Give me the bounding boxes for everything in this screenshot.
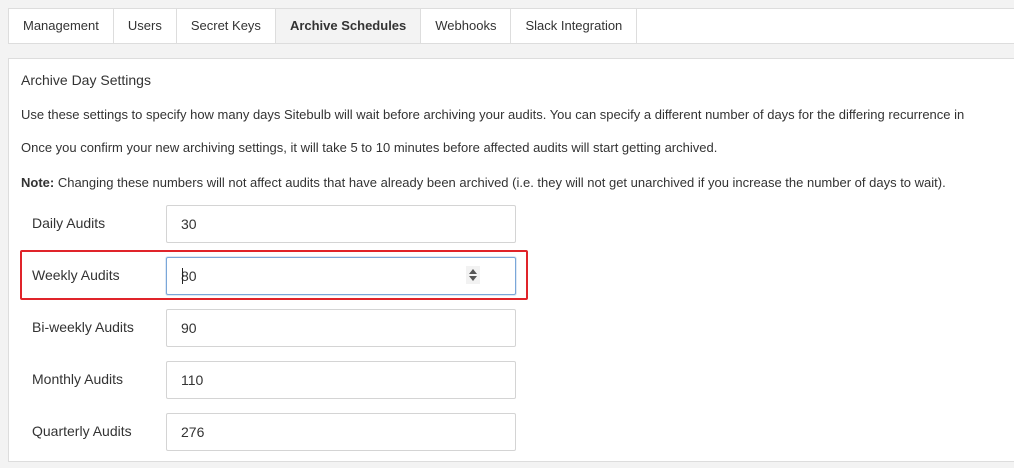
tab-webhooks[interactable]: Webhooks [421,9,512,43]
quarterly-audits-row: Quarterly Audits [21,413,521,451]
daily-audits-label: Daily Audits [32,215,106,231]
monthly-audits-row: Monthly Audits [21,361,521,399]
tab-secret-keys[interactable]: Secret Keys [176,9,276,43]
tab-archive-schedules[interactable]: Archive Schedules [275,9,422,43]
section-heading: Archive Day Settings [21,72,151,88]
biweekly-audits-input[interactable] [166,309,516,347]
number-spinner[interactable] [466,266,480,284]
tab-users[interactable]: Users [113,9,177,43]
quarterly-audits-label: Quarterly Audits [32,423,132,439]
weekly-audits-input[interactable] [166,257,516,295]
text-caret [182,268,183,284]
settings-tab-bar: Management Users Secret Keys Archive Sch… [8,8,1014,44]
info-paragraph: Once you confirm your new archiving sett… [21,140,718,155]
note-label: Note: [21,175,55,190]
quarterly-audits-input[interactable] [166,413,516,451]
weekly-audits-label: Weekly Audits [32,267,120,283]
archive-settings-panel: Archive Day Settings Use these settings … [8,58,1014,462]
daily-audits-row: Daily Audits [21,205,521,243]
weekly-audits-row: Weekly Audits [21,257,521,295]
tab-management[interactable]: Management [9,9,114,43]
note-paragraph: Note: Changing these numbers will not af… [21,175,946,190]
spinner-up-icon[interactable] [469,269,477,274]
daily-audits-input[interactable] [166,205,516,243]
spinner-down-icon[interactable] [469,276,477,281]
description-paragraph: Use these settings to specify how many d… [21,107,965,122]
tab-slack-integration[interactable]: Slack Integration [511,9,638,43]
monthly-audits-input[interactable] [166,361,516,399]
biweekly-audits-row: Bi-weekly Audits [21,309,521,347]
note-text: Changing these numbers will not affect a… [54,175,946,190]
biweekly-audits-label: Bi-weekly Audits [32,319,134,335]
monthly-audits-label: Monthly Audits [32,371,124,387]
